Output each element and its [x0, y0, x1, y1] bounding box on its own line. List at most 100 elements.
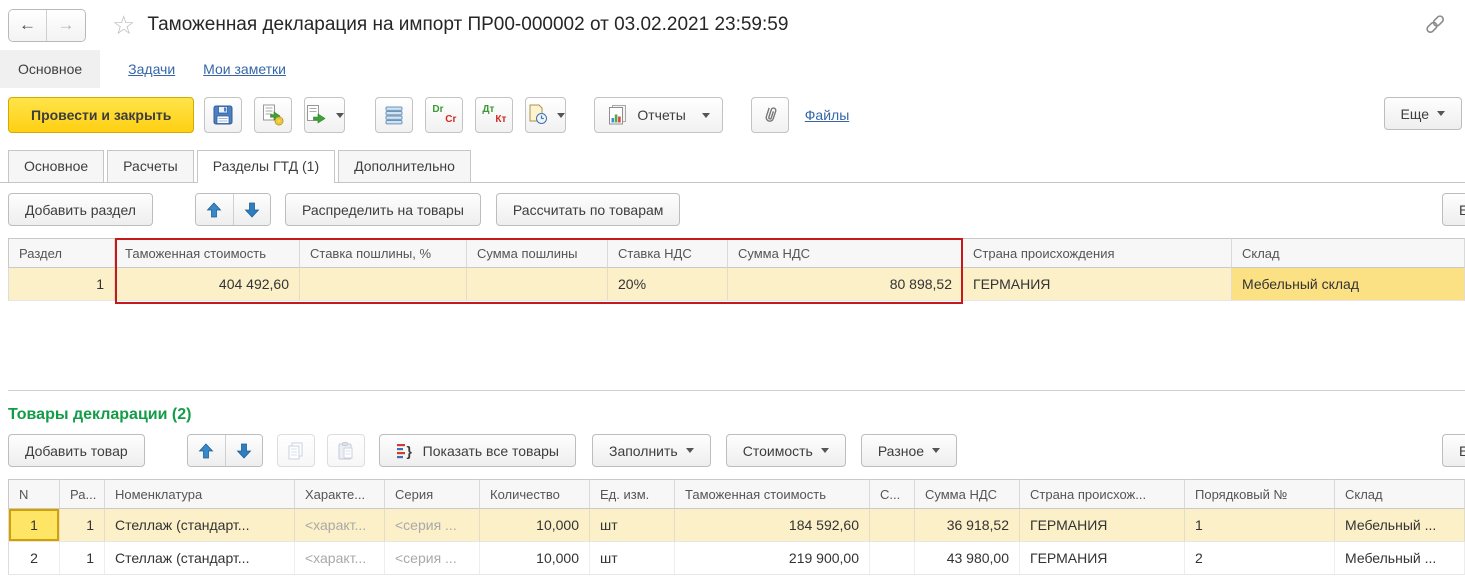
cell-ordinal[interactable]: 2: [1185, 542, 1335, 575]
column-header[interactable]: Страна происхож...: [1020, 479, 1185, 509]
move-up-button[interactable]: [196, 194, 233, 225]
cell-duty[interactable]: [870, 542, 915, 575]
cell-quantity[interactable]: 10,000: [480, 542, 590, 575]
cell-unit[interactable]: шт: [590, 542, 675, 575]
fill-menu-button[interactable]: Заполнить: [592, 434, 711, 467]
dropdown-caret-icon: [557, 113, 565, 118]
cell-duty[interactable]: [870, 509, 915, 542]
cell-item[interactable]: Стеллаж (стандарт...: [105, 542, 295, 575]
window-header: ← → ☆ Таможенная декларация на импорт ПР…: [0, 0, 1465, 50]
distribute-to-goods-button[interactable]: Распределить на товары: [285, 193, 481, 226]
register-records-button[interactable]: [375, 97, 413, 133]
move-up-button[interactable]: [188, 435, 225, 466]
column-header[interactable]: Сумма НДС: [728, 238, 963, 268]
cell-vat-amount[interactable]: 43 980,00: [915, 542, 1020, 575]
column-header[interactable]: Серия: [385, 479, 480, 509]
dr-cr-button[interactable]: DrCr: [425, 97, 463, 133]
add-section-button[interactable]: Добавить раздел: [8, 193, 153, 226]
cell-customs-value[interactable]: 184 592,60: [675, 509, 870, 542]
document-journal-button[interactable]: [525, 97, 566, 133]
tab-gtd-sections[interactable]: Разделы ГТД (1): [197, 150, 335, 183]
table-empty-area[interactable]: [8, 301, 1465, 391]
post-and-close-button[interactable]: Провести и закрыть: [8, 97, 194, 133]
column-header[interactable]: Ед. изм.: [590, 479, 675, 509]
cell-row-number[interactable]: 2: [8, 542, 60, 575]
more-button-goods[interactable]: Еще: [1442, 434, 1465, 467]
column-header[interactable]: С...: [870, 479, 915, 509]
show-all-goods-button[interactable]: } Показать все товары: [379, 434, 576, 467]
cell-warehouse[interactable]: Мебельный ...: [1335, 509, 1465, 542]
column-header[interactable]: Характе...: [295, 479, 385, 509]
files-link[interactable]: Файлы: [805, 107, 849, 123]
arrow-down-icon: [244, 202, 260, 218]
back-button[interactable]: ←: [9, 10, 47, 41]
save-button[interactable]: [204, 97, 242, 133]
cell-series[interactable]: <серия ...: [385, 509, 480, 542]
cell-warehouse[interactable]: Мебельный ...: [1335, 542, 1465, 575]
cell-vat-amount[interactable]: 80 898,52: [728, 268, 963, 301]
attachments-button[interactable]: [751, 97, 789, 133]
cell-country[interactable]: ГЕРМАНИЯ: [1020, 542, 1185, 575]
column-header[interactable]: Сумма НДС: [915, 479, 1020, 509]
cell-unit[interactable]: шт: [590, 509, 675, 542]
column-header[interactable]: Порядковый №: [1185, 479, 1335, 509]
column-header[interactable]: Таможенная стоимость: [115, 238, 300, 268]
reports-button[interactable]: Отчеты: [594, 97, 722, 133]
forward-button[interactable]: →: [47, 10, 85, 41]
tab-additional[interactable]: Дополнительно: [338, 150, 471, 182]
cell-characteristic[interactable]: <характ...: [295, 509, 385, 542]
move-down-button[interactable]: [233, 194, 270, 225]
show-all-label: Показать все товары: [423, 443, 559, 459]
column-header[interactable]: Ставка пошлины, %: [300, 238, 467, 268]
dt-kt-button[interactable]: ДтКт: [475, 97, 513, 133]
cell-country[interactable]: ГЕРМАНИЯ: [963, 268, 1232, 301]
cell-vat-rate[interactable]: 20%: [608, 268, 728, 301]
favorite-star-icon[interactable]: ☆: [112, 12, 135, 38]
calculate-by-goods-button[interactable]: Рассчитать по товарам: [496, 193, 681, 226]
tab-main[interactable]: Основное: [8, 150, 104, 182]
column-header[interactable]: N: [8, 479, 60, 509]
cell-customs-value[interactable]: 219 900,00: [675, 542, 870, 575]
cell-characteristic[interactable]: <характ...: [295, 542, 385, 575]
cell-series[interactable]: <серия ...: [385, 542, 480, 575]
column-header[interactable]: Сумма пошлины: [467, 238, 608, 268]
column-header[interactable]: Ставка НДС: [608, 238, 728, 268]
cell-country[interactable]: ГЕРМАНИЯ: [1020, 509, 1185, 542]
nav-tab-main[interactable]: Основное: [0, 50, 100, 88]
cost-label: Стоимость: [743, 443, 813, 459]
post-and-close-menu-button[interactable]: [304, 97, 345, 133]
move-down-button[interactable]: [225, 435, 262, 466]
more-button-toolbar[interactable]: Еще: [1384, 97, 1463, 130]
cell-section[interactable]: 1: [60, 509, 105, 542]
cell-section[interactable]: 1: [60, 542, 105, 575]
cell-customs-value[interactable]: 404 492,60: [115, 268, 300, 301]
paste-row-button[interactable]: [327, 434, 365, 467]
cell-duty-rate[interactable]: [300, 268, 467, 301]
column-header[interactable]: Количество: [480, 479, 590, 509]
cell-section-number[interactable]: 1: [8, 268, 115, 301]
cost-menu-button[interactable]: Стоимость: [726, 434, 846, 467]
column-header[interactable]: Страна происхождения: [963, 238, 1232, 268]
copy-row-button[interactable]: [277, 434, 315, 467]
column-header[interactable]: Таможенная стоимость: [675, 479, 870, 509]
nav-link-tasks[interactable]: Задачи: [128, 61, 175, 77]
column-header[interactable]: Раздел: [8, 238, 115, 268]
misc-menu-button[interactable]: Разное: [861, 434, 957, 467]
tab-calculations[interactable]: Расчеты: [107, 150, 194, 182]
cell-row-number[interactable]: 1: [8, 509, 60, 542]
cell-ordinal[interactable]: 1: [1185, 509, 1335, 542]
cell-duty-amount[interactable]: [467, 268, 608, 301]
nav-link-notes[interactable]: Мои заметки: [203, 61, 286, 77]
column-header[interactable]: Номенклатура: [105, 479, 295, 509]
get-link-icon[interactable]: [1423, 12, 1447, 36]
column-header[interactable]: Склад: [1232, 238, 1465, 268]
cell-quantity[interactable]: 10,000: [480, 509, 590, 542]
cell-vat-amount[interactable]: 36 918,52: [915, 509, 1020, 542]
column-header[interactable]: Склад: [1335, 479, 1465, 509]
cell-item[interactable]: Стеллаж (стандарт...: [105, 509, 295, 542]
more-button-sections[interactable]: Еще: [1442, 193, 1465, 226]
cell-warehouse[interactable]: Мебельный склад: [1232, 268, 1465, 301]
add-item-button[interactable]: Добавить товар: [8, 434, 145, 467]
column-header[interactable]: Ра...: [60, 479, 105, 509]
post-document-button[interactable]: [254, 97, 292, 133]
